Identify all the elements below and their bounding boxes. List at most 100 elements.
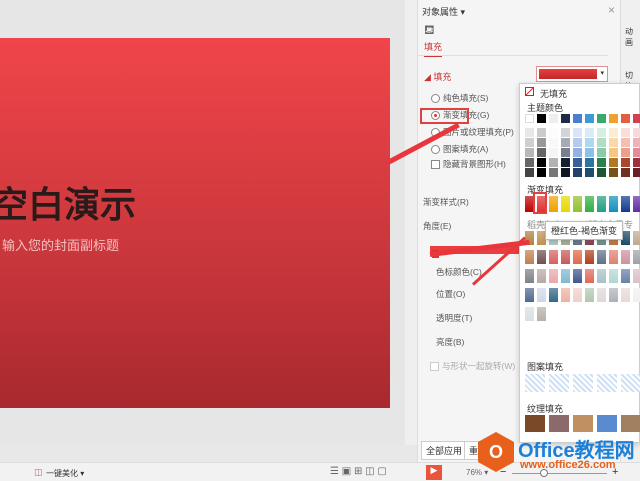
apply-all-button[interactable]: 全部应用 xyxy=(421,441,468,460)
recommend-gradient-swatch[interactable] xyxy=(525,250,534,264)
theme-shade-swatch[interactable] xyxy=(633,158,640,167)
theme-shade-swatch[interactable] xyxy=(585,158,594,167)
theme-shade-swatch[interactable] xyxy=(597,168,606,177)
recommend-gradient-swatch[interactable] xyxy=(537,269,546,283)
pattern-swatch[interactable] xyxy=(573,374,593,392)
theme-color-swatch[interactable] xyxy=(597,114,606,123)
vertical-scrollbar[interactable] xyxy=(405,0,417,445)
theme-shade-swatch[interactable] xyxy=(561,138,570,147)
theme-color-swatch[interactable] xyxy=(621,114,630,123)
theme-shade-swatch[interactable] xyxy=(537,138,546,147)
close-icon[interactable]: × xyxy=(608,3,615,17)
recommend-gradient-swatch[interactable] xyxy=(597,269,606,283)
recommend-gradient-swatch[interactable] xyxy=(549,288,558,302)
theme-shade-swatch[interactable] xyxy=(597,158,606,167)
texture-swatch[interactable] xyxy=(525,415,545,432)
pattern-swatch[interactable] xyxy=(621,374,640,392)
hide-bg-checkbox[interactable]: 隐藏背景图形(H) xyxy=(431,158,506,170)
rotate-with-shape-checkbox[interactable]: 与形状一起旋转(W) xyxy=(430,360,515,372)
recommend-gradient-swatch[interactable] xyxy=(537,307,546,321)
theme-shade-swatch[interactable] xyxy=(633,138,640,147)
recommend-gradient-swatch[interactable] xyxy=(597,288,606,302)
zoom-slider[interactable] xyxy=(512,473,607,474)
recommend-gradient-swatch[interactable] xyxy=(573,288,582,302)
theme-color-swatch[interactable] xyxy=(549,114,558,123)
theme-shade-swatch[interactable] xyxy=(621,138,630,147)
theme-color-swatch[interactable] xyxy=(525,114,534,123)
texture-swatch[interactable] xyxy=(597,415,617,432)
recommend-gradient-swatch[interactable] xyxy=(621,250,630,264)
theme-shade-swatch[interactable] xyxy=(633,148,640,157)
recommend-gradient-swatch[interactable] xyxy=(633,250,640,264)
pattern-swatch[interactable] xyxy=(525,374,545,392)
theme-shade-swatch[interactable] xyxy=(537,168,546,177)
theme-color-swatch[interactable] xyxy=(585,114,594,123)
theme-shade-swatch[interactable] xyxy=(609,168,618,177)
theme-shade-swatch[interactable] xyxy=(537,128,546,137)
theme-shade-swatch[interactable] xyxy=(621,148,630,157)
theme-shade-swatch[interactable] xyxy=(525,168,534,177)
recommend-gradient-swatch[interactable] xyxy=(633,231,640,245)
theme-shade-swatch[interactable] xyxy=(525,148,534,157)
theme-color-swatch[interactable] xyxy=(561,114,570,123)
recommend-gradient-swatch[interactable] xyxy=(609,250,618,264)
theme-shade-swatch[interactable] xyxy=(597,138,606,147)
theme-shade-swatch[interactable] xyxy=(525,158,534,167)
theme-shade-swatch[interactable] xyxy=(537,158,546,167)
recommend-gradient-swatch[interactable] xyxy=(633,269,640,283)
theme-shade-swatch[interactable] xyxy=(585,168,594,177)
theme-shade-swatch[interactable] xyxy=(549,128,558,137)
gradient-swatch[interactable] xyxy=(585,196,594,212)
theme-shade-swatch[interactable] xyxy=(585,138,594,147)
theme-shade-swatch[interactable] xyxy=(609,128,618,137)
recommend-gradient-swatch[interactable] xyxy=(549,269,558,283)
recommend-gradient-swatch[interactable] xyxy=(561,288,570,302)
theme-shade-swatch[interactable] xyxy=(585,128,594,137)
recommend-gradient-swatch[interactable] xyxy=(537,288,546,302)
recommend-gradient-swatch[interactable] xyxy=(561,250,570,264)
radio-icon[interactable] xyxy=(431,94,440,104)
theme-shade-swatch[interactable] xyxy=(549,148,558,157)
recommend-gradient-swatch[interactable] xyxy=(609,269,618,283)
recommend-gradient-swatch[interactable] xyxy=(549,250,558,264)
recommend-gradient-swatch[interactable] xyxy=(537,250,546,264)
fill-option-radio[interactable]: 纯色填充(S) xyxy=(431,92,488,104)
view-buttons[interactable]: ☰ ▣ ⊞ ◫ ▢ xyxy=(330,466,387,477)
no-fill-option[interactable]: 无填充 xyxy=(540,87,567,100)
recommend-gradient-swatch[interactable] xyxy=(621,288,630,302)
recommend-gradient-swatch[interactable] xyxy=(621,269,630,283)
texture-swatch[interactable] xyxy=(621,415,640,432)
gradient-swatch[interactable] xyxy=(549,196,558,212)
fill-section-header[interactable]: ◢ 填充 xyxy=(424,70,451,83)
gradient-swatch[interactable] xyxy=(573,196,582,212)
theme-shade-swatch[interactable] xyxy=(573,158,582,167)
radio-icon[interactable] xyxy=(431,145,440,155)
theme-shade-swatch[interactable] xyxy=(573,148,582,157)
recommend-gradient-swatch[interactable] xyxy=(609,288,618,302)
play-button[interactable]: ▶ xyxy=(426,465,442,480)
pattern-swatch[interactable] xyxy=(549,374,569,392)
texture-swatch[interactable] xyxy=(549,415,569,432)
recommend-gradient-swatch[interactable] xyxy=(585,269,594,283)
gradient-swatch[interactable] xyxy=(561,196,570,212)
slide-title[interactable]: 空白演示 xyxy=(0,176,136,228)
theme-shade-swatch[interactable] xyxy=(573,138,582,147)
theme-shade-swatch[interactable] xyxy=(585,148,594,157)
recommend-gradient-swatch[interactable] xyxy=(585,250,594,264)
theme-shade-swatch[interactable] xyxy=(561,158,570,167)
texture-swatch[interactable] xyxy=(573,415,593,432)
recommend-gradient-swatch[interactable] xyxy=(585,288,594,302)
theme-shade-swatch[interactable] xyxy=(549,158,558,167)
theme-color-swatch[interactable] xyxy=(537,114,546,123)
gradient-swatch[interactable] xyxy=(609,196,618,212)
theme-shade-swatch[interactable] xyxy=(597,128,606,137)
theme-shade-swatch[interactable] xyxy=(537,148,546,157)
theme-shade-swatch[interactable] xyxy=(525,138,534,147)
fill-color-dropdown[interactable]: ▾ xyxy=(536,66,608,82)
recommend-gradient-swatch[interactable] xyxy=(561,269,570,283)
theme-shade-swatch[interactable] xyxy=(633,128,640,137)
animation-button[interactable]: 动画 xyxy=(625,26,640,48)
theme-color-swatch[interactable] xyxy=(633,114,640,123)
theme-shade-swatch[interactable] xyxy=(549,168,558,177)
gradient-swatch[interactable] xyxy=(597,196,606,212)
